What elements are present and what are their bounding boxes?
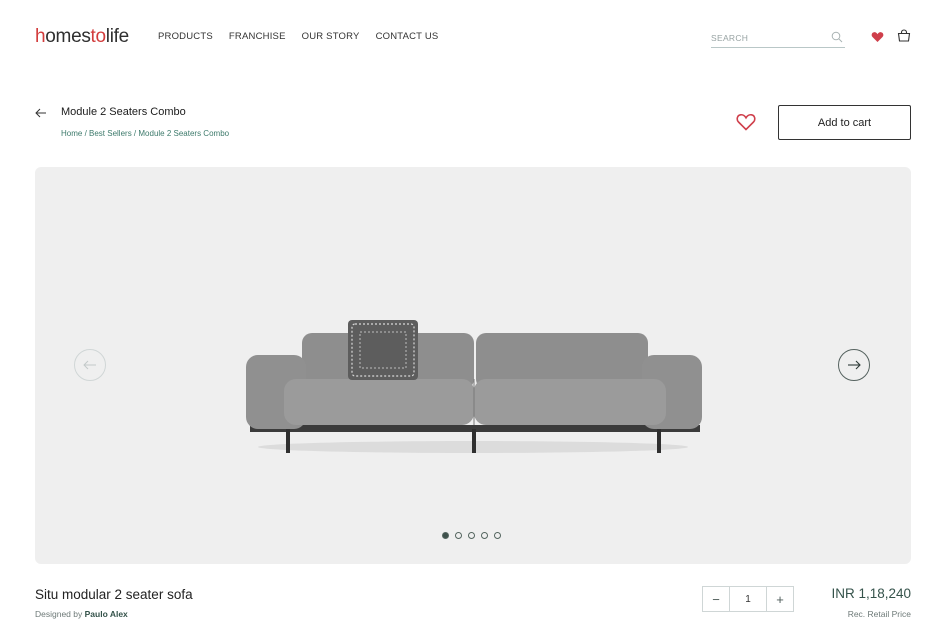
shopping-bag-icon[interactable] [897, 29, 911, 47]
increase-quantity-button[interactable]: + [767, 587, 793, 611]
add-to-cart-button[interactable]: Add to cart [778, 105, 911, 140]
designer-credit: Designed by Paulo Alex [35, 609, 128, 619]
nav-contact-us[interactable]: CONTACT US [376, 31, 439, 42]
search-bar [711, 28, 845, 48]
carousel-next-button[interactable] [838, 349, 870, 381]
product-image-carousel [35, 167, 911, 564]
carousel-dot[interactable] [442, 532, 449, 539]
brand-logo[interactable]: homestolife [35, 26, 129, 48]
breadcrumb-current: Module 2 Seaters Combo [138, 129, 230, 138]
add-to-wishlist-heart-icon[interactable] [736, 113, 756, 136]
back-arrow-icon[interactable] [35, 106, 47, 124]
breadcrumb-home[interactable]: Home [61, 129, 82, 138]
decrease-quantity-button[interactable]: − [703, 587, 729, 611]
search-icon[interactable] [831, 30, 843, 48]
carousel-pagination [442, 532, 501, 539]
nav-franchise[interactable]: FRANCHISE [229, 31, 286, 42]
designer-name[interactable]: Paulo Alex [85, 609, 128, 619]
carousel-dot[interactable] [481, 532, 488, 539]
arrow-right-icon [848, 360, 861, 370]
carousel-prev-button[interactable] [74, 349, 106, 381]
product-price: INR 1,18,240 [831, 586, 911, 601]
quantity-value[interactable]: 1 [729, 587, 767, 611]
price-note: Rec. Retail Price [847, 609, 911, 619]
main-nav: PRODUCTS FRANCHISE OUR STORY CONTACT US [158, 31, 438, 42]
carousel-dot[interactable] [455, 532, 462, 539]
product-name: Situ modular 2 seater sofa [35, 587, 193, 602]
wishlist-heart-icon[interactable] [871, 30, 884, 48]
breadcrumb: Home / Best Sellers / Module 2 Seaters C… [61, 129, 230, 138]
arrow-left-icon [83, 360, 96, 370]
nav-products[interactable]: PRODUCTS [158, 31, 213, 42]
breadcrumb-best-sellers[interactable]: Best Sellers [89, 129, 132, 138]
sofa-product-image [246, 320, 702, 453]
nav-our-story[interactable]: OUR STORY [302, 31, 360, 42]
page-title: Module 2 Seaters Combo [61, 106, 186, 118]
carousel-dot[interactable] [468, 532, 475, 539]
search-input[interactable] [711, 30, 821, 46]
quantity-stepper: − 1 + [702, 586, 794, 612]
carousel-dot[interactable] [494, 532, 501, 539]
